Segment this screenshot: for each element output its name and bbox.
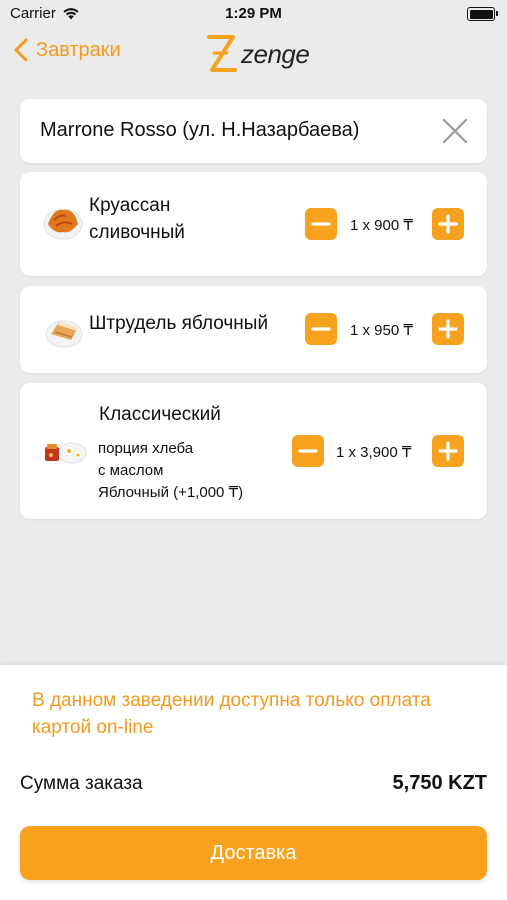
payment-note: В данном заведении доступна только оплат… xyxy=(32,690,431,738)
nav-bar: Завтраки zenge xyxy=(0,28,507,80)
quantity-price: 1 x 900 ₸ xyxy=(350,217,413,234)
logo-text: zenge xyxy=(241,39,310,69)
cart-item: Классический порция хлеба с маслом Яблоч… xyxy=(20,383,487,519)
increase-button[interactable] xyxy=(432,208,464,240)
order-footer: В данном заведении доступна только оплат… xyxy=(0,665,507,900)
item-name-line: Классический xyxy=(99,404,221,425)
decrease-button[interactable] xyxy=(305,313,337,345)
increase-button[interactable] xyxy=(432,313,464,345)
status-bar: Carrier 1:29 PM xyxy=(0,0,507,28)
minus-icon xyxy=(311,327,331,331)
app-logo: zenge xyxy=(205,32,310,76)
plus-icon xyxy=(438,214,458,234)
item-name-line: Штрудель яблочный xyxy=(89,313,269,334)
item-name: Штрудель яблочный xyxy=(89,310,268,337)
minus-icon xyxy=(311,222,331,226)
order-sum-value: 5,750 KZT xyxy=(392,772,487,794)
item-modifier-line: порция хлеба xyxy=(98,440,194,457)
status-time: 1:29 PM xyxy=(225,5,282,22)
cart-item: Штрудель яблочный 1 x 950 ₸ xyxy=(20,286,487,373)
back-label: Завтраки xyxy=(36,38,121,61)
plus-icon xyxy=(438,441,458,461)
item-modifier-line: с маслом xyxy=(98,462,164,479)
close-button[interactable] xyxy=(439,115,471,147)
back-button[interactable]: Завтраки xyxy=(14,38,121,62)
strudel-image xyxy=(45,320,83,348)
chevron-left-icon xyxy=(14,38,28,62)
order-sum-label: Сумма заказа xyxy=(20,773,143,794)
item-name: Классический xyxy=(99,401,221,428)
minus-icon xyxy=(298,449,318,453)
quantity-price: 1 x 3,900 ₸ xyxy=(336,444,412,461)
item-name-line: сливочный xyxy=(89,222,185,243)
delivery-button[interactable]: Доставка xyxy=(20,826,487,880)
cart-item: Круассан сливочный 1 x 900 ₸ xyxy=(20,172,487,276)
item-modifier-line: Яблочный (+1,000 ₸) xyxy=(98,484,244,501)
restaurant-name: Marrone Rosso (ул. Н.Назарбаева) xyxy=(40,119,360,141)
battery-icon xyxy=(467,7,498,21)
item-modifiers: порция хлеба с маслом Яблочный (+1,000 ₸… xyxy=(98,438,243,504)
close-icon xyxy=(442,118,468,144)
zenge-logo-icon xyxy=(207,35,237,72)
increase-button[interactable] xyxy=(432,435,464,467)
breakfast-image xyxy=(45,442,87,464)
croissant-image xyxy=(43,208,83,240)
decrease-button[interactable] xyxy=(305,208,337,240)
decrease-button[interactable] xyxy=(292,435,324,467)
item-name: Круассан сливочный xyxy=(89,192,185,246)
item-name-line: Круассан xyxy=(89,195,171,216)
quantity-price: 1 x 950 ₸ xyxy=(350,322,413,339)
plus-icon xyxy=(438,319,458,339)
restaurant-card: Marrone Rosso (ул. Н.Назарбаева) xyxy=(20,99,487,163)
